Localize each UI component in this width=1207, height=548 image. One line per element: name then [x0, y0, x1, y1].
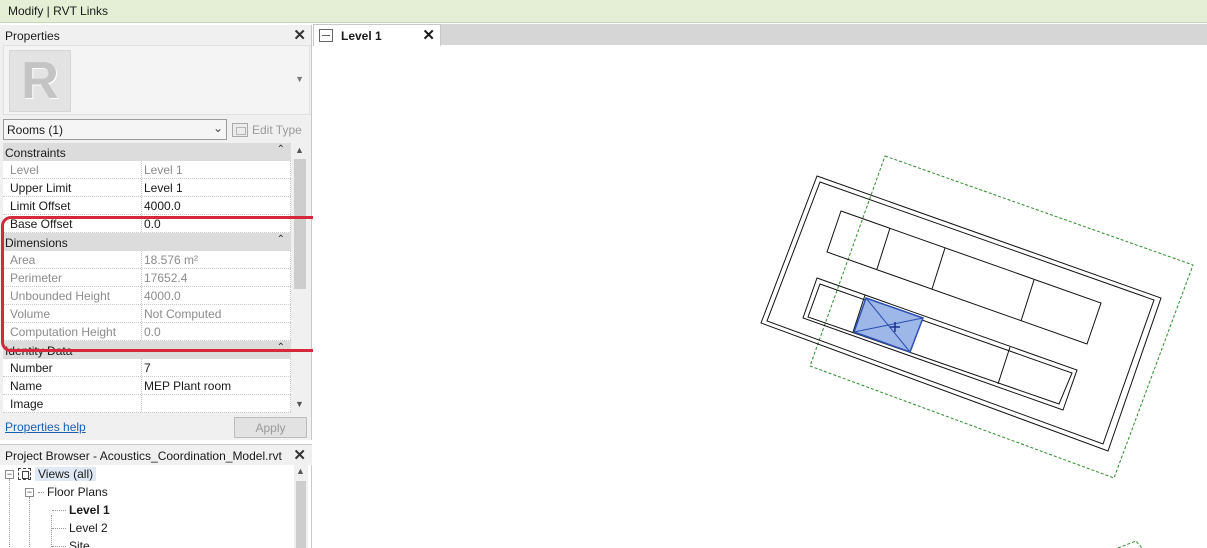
property-value[interactable]: Level 1: [142, 179, 291, 196]
plan-label: Site: [69, 539, 90, 548]
scroll-up-icon[interactable]: ▲: [296, 466, 305, 476]
properties-header: Properties ✕: [0, 25, 312, 45]
context-title: Modify | RVT Links: [8, 4, 109, 18]
property-name: Name: [3, 377, 142, 394]
apply-button[interactable]: Apply: [234, 417, 307, 438]
property-group-label: Constraints: [5, 146, 66, 160]
type-image-area[interactable]: R ▼: [3, 45, 310, 115]
tab-level-1[interactable]: Level 1 ✕: [313, 24, 441, 46]
link-boundary-partial: [1117, 540, 1143, 548]
property-row[interactable]: Image: [3, 395, 291, 413]
browser-scrollbar[interactable]: ▲: [294, 465, 308, 548]
property-value[interactable]: 4000.0: [142, 197, 291, 214]
instance-filter-select[interactable]: Rooms (1) ⌄: [3, 119, 227, 140]
instance-filter-value: Rooms (1): [7, 123, 64, 137]
close-icon[interactable]: ✕: [293, 26, 306, 44]
property-row: Level Level 1: [3, 161, 291, 179]
floor-plans-label: Floor Plans: [47, 485, 108, 499]
scrollbar-thumb[interactable]: [296, 481, 306, 548]
chevron-down-icon: ⌄: [212, 121, 223, 135]
edit-type-button[interactable]: Edit Type: [232, 120, 302, 140]
edit-type-label: Edit Type: [252, 123, 302, 137]
property-value[interactable]: MEP Plant room: [142, 377, 291, 394]
views-icon: [18, 468, 31, 480]
scroll-up-icon[interactable]: ▲: [295, 145, 304, 155]
type-dropdown-arrow-icon[interactable]: ▼: [295, 74, 304, 84]
edit-type-icon: [232, 123, 248, 137]
property-row[interactable]: Upper Limit Level 1: [3, 179, 291, 197]
close-icon[interactable]: ✕: [422, 26, 435, 44]
tree-node-level-2[interactable]: Level 2: [52, 519, 108, 537]
tab-label: Level 1: [341, 28, 382, 43]
building-outline: [760, 175, 1162, 452]
property-row[interactable]: Number 7: [3, 359, 291, 377]
tree-node-floor-plans[interactable]: − Floor Plans: [25, 483, 108, 501]
property-name: Level: [3, 161, 142, 178]
property-name: Number: [3, 359, 142, 376]
property-name: Limit Offset: [3, 197, 142, 214]
project-browser-title: Project Browser - Acoustics_Coordination…: [5, 449, 282, 463]
property-row[interactable]: Name MEP Plant room: [3, 377, 291, 395]
property-row[interactable]: Limit Offset 4000.0: [3, 197, 291, 215]
property-value: Level 1: [142, 161, 291, 178]
property-group-header[interactable]: Constraints ⌃: [3, 143, 291, 161]
tree-node-level-1[interactable]: Level 1: [52, 501, 110, 519]
floor-plan-icon: [319, 29, 333, 42]
views-label: Views (all): [35, 467, 97, 481]
contextual-tab-bar: Modify | RVT Links: [0, 0, 1207, 23]
project-browser: Project Browser - Acoustics_Coordination…: [0, 444, 312, 548]
scroll-down-icon[interactable]: ▼: [295, 399, 304, 409]
plan-label: Level 2: [69, 521, 108, 535]
properties-title: Properties: [5, 29, 60, 43]
room-strip-lower: [802, 277, 1078, 411]
properties-help-link[interactable]: Properties help: [5, 420, 86, 434]
collapse-icon[interactable]: −: [25, 487, 34, 497]
project-browser-header: Project Browser - Acoustics_Coordination…: [0, 445, 312, 465]
drawing-canvas[interactable]: [313, 46, 1207, 548]
highlight-annotation: [1, 216, 347, 352]
close-icon[interactable]: ✕: [293, 446, 306, 464]
property-value[interactable]: 7: [142, 359, 291, 376]
browser-tree: − Views (all) − Floor Plans Level 1 Leve…: [0, 465, 294, 548]
view-tab-strip: [313, 24, 1207, 45]
plan-drawing: [760, 155, 1194, 548]
collapse-group-icon[interactable]: ⌃: [277, 144, 285, 155]
property-name: Image: [3, 395, 142, 412]
revit-logo-icon: R: [9, 50, 71, 112]
tree-node-views[interactable]: − Views (all): [5, 465, 97, 483]
property-value[interactable]: [142, 395, 291, 412]
property-name: Upper Limit: [3, 179, 142, 196]
tree-node-site[interactable]: Site: [52, 537, 90, 548]
collapse-icon[interactable]: −: [5, 469, 14, 479]
plan-label: Level 1: [69, 503, 110, 517]
